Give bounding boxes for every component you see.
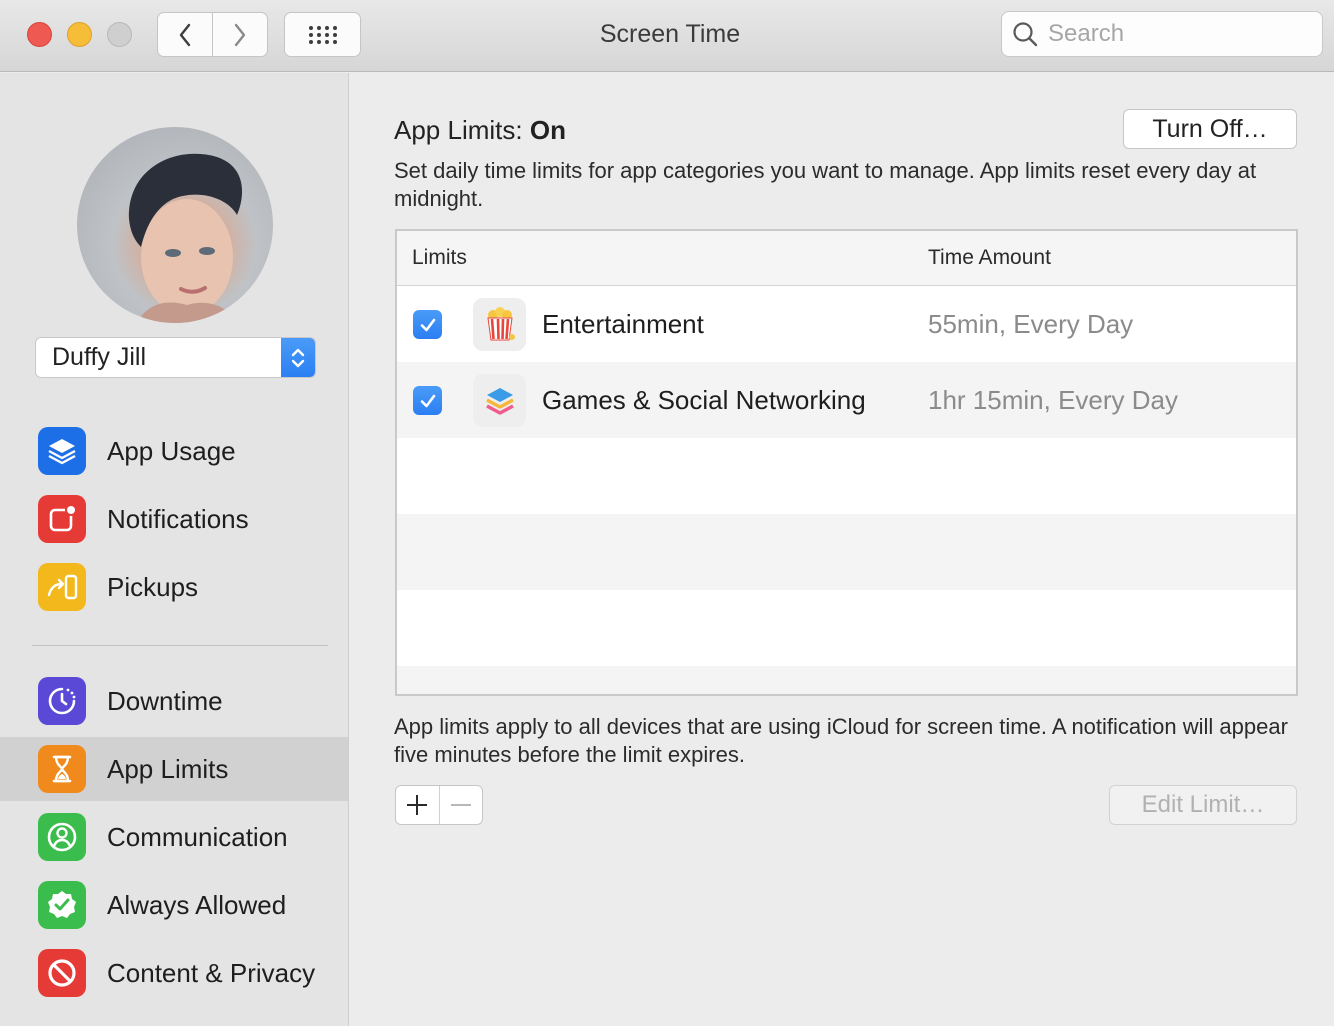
downtime-icon bbox=[38, 677, 86, 725]
search-placeholder: Search bbox=[1048, 20, 1125, 47]
sidebar-item-label: Always Allowed bbox=[107, 889, 287, 920]
sidebar-item-app-usage[interactable]: App Usage bbox=[0, 419, 348, 483]
edit-limit-button[interactable]: Edit Limit… bbox=[1109, 785, 1297, 825]
notification-icon bbox=[38, 495, 86, 543]
search-field[interactable]: Search bbox=[1001, 11, 1323, 57]
footnote-text: App limits apply to all devices that are… bbox=[394, 714, 1288, 767]
sidebar-item-pickups[interactable]: Pickups bbox=[0, 555, 348, 619]
table-row[interactable]: Entertainment 55min, Every Day bbox=[397, 286, 1296, 362]
sidebar-item-label: Downtime bbox=[107, 685, 223, 716]
sidebar-item-communication[interactable]: Communication bbox=[0, 805, 348, 869]
category-name: Entertainment bbox=[542, 309, 704, 339]
column-header-limits[interactable]: Limits bbox=[412, 246, 467, 270]
sidebar-item-notifications[interactable]: Notifications bbox=[0, 487, 348, 551]
pickup-icon bbox=[38, 563, 86, 611]
zoom-window-button[interactable] bbox=[107, 22, 132, 47]
up-down-chevron-icon bbox=[291, 348, 305, 367]
heading-prefix: App Limits: bbox=[394, 115, 523, 145]
limits-table: Limits Time Amount Entertainment 55min, … bbox=[395, 229, 1298, 696]
sidebar-item-label: Content & Privacy bbox=[107, 957, 316, 988]
column-header-time-amount[interactable]: Time Amount bbox=[928, 246, 1051, 270]
checkmark-icon bbox=[420, 318, 435, 331]
limit-enabled-checkbox[interactable] bbox=[413, 386, 442, 415]
table-header: Limits Time Amount bbox=[397, 231, 1296, 286]
user-select[interactable]: Duffy Jill bbox=[35, 337, 316, 378]
toolbar: Screen Time Search bbox=[0, 0, 1334, 72]
prohibited-icon bbox=[38, 949, 86, 997]
category-name: Games & Social Networking bbox=[542, 385, 866, 415]
app-limits-status: On bbox=[529, 115, 566, 145]
sidebar-item-label: Communication bbox=[107, 821, 288, 852]
sidebar-item-app-limits[interactable]: App Limits bbox=[0, 737, 348, 801]
sidebar: Duffy Jill App Usage Notifications Picku… bbox=[0, 73, 349, 1026]
chevron-left-icon bbox=[179, 23, 191, 46]
user-select-stepper[interactable] bbox=[281, 338, 315, 377]
empty-row bbox=[397, 666, 1296, 694]
main-panel: App Limits: On Turn Off… Set daily time … bbox=[350, 73, 1334, 1026]
minimize-window-button[interactable] bbox=[67, 22, 92, 47]
checkmark-badge-icon bbox=[38, 881, 86, 929]
plus-icon bbox=[407, 795, 428, 815]
sidebar-item-content-privacy[interactable]: Content & Privacy bbox=[0, 941, 348, 1005]
grid-icon bbox=[308, 25, 337, 44]
person-circle-icon bbox=[38, 813, 86, 861]
sidebar-item-always-allowed[interactable]: Always Allowed bbox=[0, 873, 348, 937]
close-window-button[interactable] bbox=[27, 22, 52, 47]
time-amount: 1hr 15min, Every Day bbox=[928, 385, 1178, 415]
forward-button[interactable] bbox=[212, 12, 268, 57]
sidebar-divider bbox=[32, 645, 328, 646]
back-button[interactable] bbox=[157, 12, 213, 57]
turn-off-button[interactable]: Turn Off… bbox=[1123, 109, 1297, 149]
sidebar-item-downtime[interactable]: Downtime bbox=[0, 669, 348, 733]
sidebar-item-label: App Limits bbox=[107, 753, 229, 784]
add-limit-button[interactable] bbox=[396, 786, 439, 824]
user-avatar bbox=[77, 127, 273, 323]
limit-enabled-checkbox[interactable] bbox=[413, 310, 442, 339]
empty-row bbox=[397, 514, 1296, 590]
table-row[interactable]: Games & Social Networking 1hr 15min, Eve… bbox=[397, 362, 1296, 438]
page-title: App Limits: On bbox=[394, 115, 566, 146]
sidebar-item-label: Notifications bbox=[107, 503, 249, 534]
empty-row bbox=[397, 590, 1296, 666]
empty-row bbox=[397, 438, 1296, 514]
show-all-button[interactable] bbox=[284, 12, 361, 57]
hourglass-icon bbox=[38, 745, 86, 793]
popcorn-icon bbox=[473, 298, 526, 351]
remove-limit-button[interactable] bbox=[438, 786, 483, 824]
sidebar-item-label: Pickups bbox=[107, 571, 199, 602]
chevron-right-icon bbox=[234, 23, 246, 46]
search-icon bbox=[1013, 22, 1038, 47]
checkmark-icon bbox=[420, 394, 435, 407]
layers-icon bbox=[38, 427, 86, 475]
stack-icon bbox=[473, 374, 526, 427]
add-remove-control bbox=[395, 785, 483, 825]
user-name: Duffy Jill bbox=[52, 343, 147, 371]
window-title: Screen Time bbox=[599, 20, 741, 48]
avatar-portrait bbox=[128, 153, 243, 323]
time-amount: 55min, Every Day bbox=[928, 309, 1134, 339]
description-text: Set daily time limits for app categories… bbox=[394, 158, 1257, 211]
sidebar-item-label: App Usage bbox=[107, 435, 236, 466]
minus-icon bbox=[450, 804, 471, 806]
